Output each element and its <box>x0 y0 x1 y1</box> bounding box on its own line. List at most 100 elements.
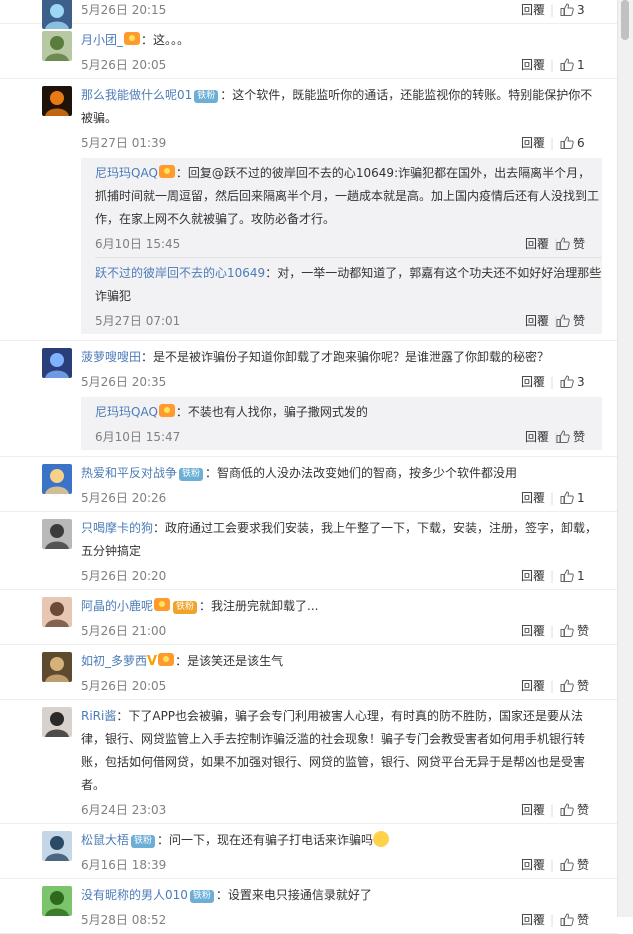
comment-text: ：这。。。 <box>141 33 190 47</box>
avatar[interactable] <box>42 831 72 861</box>
reply-button[interactable]: 回覆 <box>521 0 545 23</box>
fan-medal-icon <box>154 598 171 611</box>
like-button[interactable]: 1 <box>560 52 602 78</box>
comment-meta: 6月10日 15:47 回覆 | 赞 <box>95 424 602 450</box>
username-link[interactable]: 菠萝嗖嗖田 <box>81 350 141 364</box>
reply-button[interactable]: 回覆 <box>521 797 545 823</box>
thumbs-up-icon <box>560 569 574 583</box>
comment-text: ：政府通过工会要求我们安装，我上午整了一下，下载，安装，注册，签字，卸载，五分钟… <box>81 521 598 558</box>
verified-icon: V <box>147 654 158 669</box>
username-link[interactable]: 尼玛玛QAQ <box>95 166 158 180</box>
reply-button[interactable]: 回覆 <box>521 618 545 644</box>
scrollbar[interactable] <box>617 0 633 917</box>
comment-time: 6月24日 23:03 <box>81 803 167 817</box>
fan-badge: 铁粉 <box>189 890 214 903</box>
reply-button[interactable]: 回覆 <box>521 563 545 589</box>
divider: | <box>549 803 554 817</box>
reply-button[interactable]: 回覆 <box>521 130 545 156</box>
like-button[interactable]: 3 <box>560 369 602 395</box>
reply-button[interactable]: 回覆 <box>521 52 545 78</box>
comment-meta: 5月26日 20:35 回覆 | 3 <box>81 369 602 395</box>
reply-button[interactable]: 回覆 <box>525 308 549 334</box>
reply-button[interactable]: 回覆 <box>525 424 549 450</box>
reply-button[interactable]: 回覆 <box>521 485 545 511</box>
divider: | <box>549 624 554 638</box>
avatar[interactable] <box>42 86 72 116</box>
comment-item: RiRi酱：下了APP也会被骗，骗子会专门利用被害人心理，有时真的防不胜防，国家… <box>0 700 618 824</box>
username-link[interactable]: 尼玛玛QAQ <box>95 405 158 419</box>
like-button[interactable]: 赞 <box>560 673 602 699</box>
username-link[interactable]: RiRi酱 <box>81 709 116 723</box>
like-button[interactable]: 赞 <box>556 424 590 450</box>
reply-button[interactable]: 回覆 <box>521 907 545 933</box>
comment-item: 热爱和平反对战争 铁粉 ：智商低的人没办法改变她们的智商，按多少个软件都没用 5月26… <box>0 457 618 512</box>
like-count: 赞 <box>577 803 590 817</box>
thumbs-up-icon <box>560 58 574 72</box>
comment-text-line: RiRi酱：下了APP也会被骗，骗子会专门利用被害人心理，有时真的防不胜防，国家… <box>81 705 602 797</box>
comment-text-line: 热爱和平反对战争 铁粉 ：智商低的人没办法改变她们的智商，按多少个软件都没用 <box>81 462 602 485</box>
like-button[interactable]: 赞 <box>556 231 590 257</box>
comment-time: 5月28日 08:52 <box>81 913 167 927</box>
username-link[interactable]: 如初_多萝西 <box>81 654 147 668</box>
like-count: 赞 <box>577 679 590 693</box>
reply-button[interactable]: 回覆 <box>521 369 545 395</box>
username-link[interactable]: 阿晶的小鹿呢 <box>81 599 153 613</box>
divider: | <box>549 491 554 505</box>
thumbs-up-icon <box>556 314 570 328</box>
like-button[interactable]: 6 <box>560 130 602 156</box>
comment-text: ：下了APP也会被骗，骗子会专门利用被害人心理，有时真的防不胜防，国家还是要从法… <box>81 709 586 792</box>
username-link[interactable]: 热爱和平反对战争 <box>81 466 177 480</box>
avatar[interactable] <box>42 597 72 627</box>
like-button[interactable]: 1 <box>560 485 602 511</box>
comment-feed: 5月26日 20:15 回覆 | 3 月小团_ ：这。。。 5月26日 20:05 回覆 | 1 那… <box>0 0 618 934</box>
like-button[interactable]: 1 <box>560 563 602 589</box>
avatar[interactable] <box>42 348 72 378</box>
thumbs-up-icon <box>560 136 574 150</box>
comment-text: ：我注册完就卸载了... <box>199 599 319 613</box>
scrollbar-thumb[interactable] <box>621 0 629 40</box>
comment-meta: 5月26日 20:05 回覆 | 赞 <box>81 673 602 699</box>
comment-time: 5月26日 20:05 <box>81 679 167 693</box>
like-button[interactable]: 3 <box>560 0 602 23</box>
comment-time: 5月27日 01:39 <box>81 136 167 150</box>
thumbs-up-icon <box>560 913 574 927</box>
like-button[interactable]: 赞 <box>560 797 602 823</box>
reply-button[interactable]: 回覆 <box>525 231 549 257</box>
username-link[interactable]: 只喝摩卡的狗 <box>81 521 153 535</box>
like-button[interactable]: 赞 <box>560 852 602 878</box>
fan-medal-icon <box>158 653 175 666</box>
avatar[interactable] <box>42 464 72 494</box>
avatar[interactable] <box>42 519 72 549</box>
divider: | <box>549 58 554 72</box>
username-link[interactable]: 月小团_ <box>81 33 123 47</box>
comment-text-line: 菠萝嗖嗖田：是不是被诈骗份子知道你卸载了才跑来骗你呢？是谁泄露了你卸载的秘密？ <box>81 346 602 369</box>
comment-time: 6月10日 15:45 <box>95 237 181 251</box>
comment-time: 5月26日 20:15 <box>81 3 167 17</box>
divider: | <box>549 375 554 389</box>
comment-item: 5月26日 20:15 回覆 | 3 <box>0 0 618 29</box>
avatar[interactable] <box>42 652 72 682</box>
thumbs-up-icon <box>560 624 574 638</box>
like-count: 赞 <box>577 858 590 872</box>
comment-text: ：是该笑还是该生气 <box>175 654 284 668</box>
comment-text-line: 尼玛玛QAQ ：不装也有人找你，骗子撒网式发的 <box>95 401 602 424</box>
like-count: 赞 <box>577 913 590 927</box>
username-link[interactable]: 跃不过的彼岸回不去的心10649 <box>95 266 265 280</box>
reply-button[interactable]: 回覆 <box>521 852 545 878</box>
like-button[interactable]: 赞 <box>556 308 590 334</box>
like-button[interactable]: 赞 <box>560 618 602 644</box>
like-count: 3 <box>577 3 585 17</box>
username-link[interactable]: 没有昵称的男人010 <box>81 888 188 902</box>
like-button[interactable]: 赞 <box>560 907 602 933</box>
like-count: 赞 <box>573 314 586 328</box>
avatar[interactable] <box>42 707 72 737</box>
fan-badge: 铁粉 <box>194 90 219 103</box>
username-link[interactable]: 那么我能做什么呢01 <box>81 88 192 102</box>
comment-text-line: 月小团_ ：这。。。 <box>81 29 602 52</box>
username-link[interactable]: 松鼠大梧 <box>81 833 129 847</box>
comment-meta: 5月27日 01:39 回覆 | 6 <box>81 130 602 156</box>
reply-button[interactable]: 回覆 <box>521 673 545 699</box>
divider: | <box>549 3 554 17</box>
avatar[interactable] <box>42 886 72 916</box>
avatar[interactable] <box>42 31 72 61</box>
